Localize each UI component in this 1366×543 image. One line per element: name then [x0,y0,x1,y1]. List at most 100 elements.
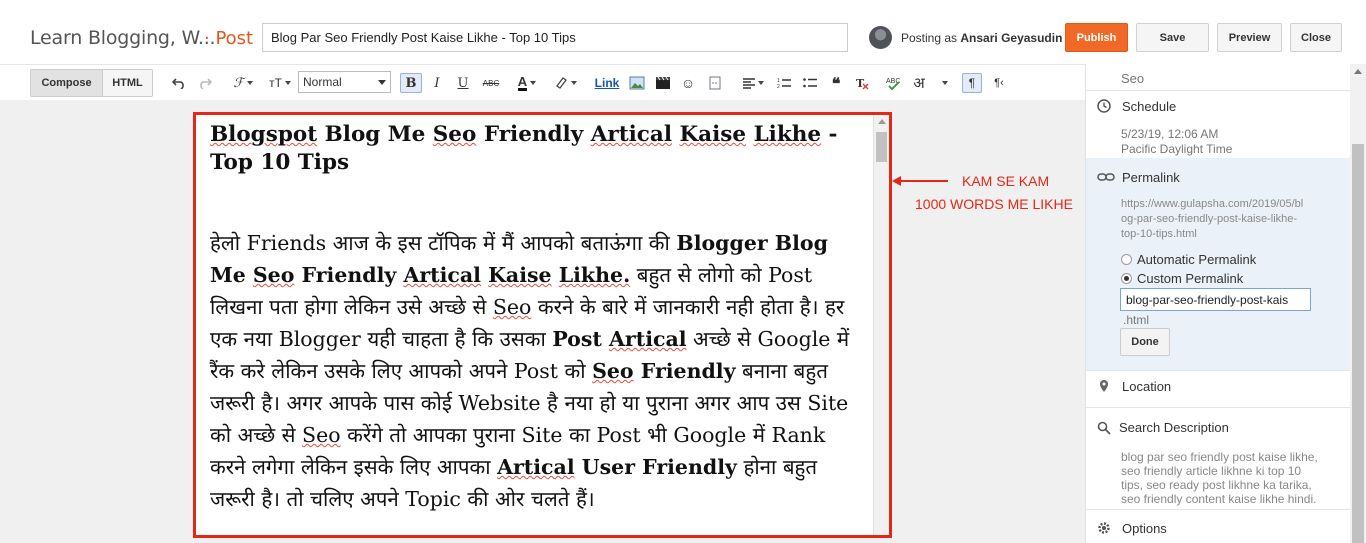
text-run: Artical [497,455,575,479]
link-button[interactable]: Link [592,73,622,93]
post-heading: Blogspot Blog Me Seo Friendly Artical Ka… [210,121,860,177]
tab-compose[interactable]: Compose [31,70,102,96]
divider [1086,90,1351,91]
link-label: Link [594,76,620,90]
underline-button[interactable]: U [454,73,472,93]
scroll-up-icon[interactable] [1354,69,1362,74]
posting-as: Posting as Ansari Geyasudin [901,31,1062,45]
format-select-value: Normal [303,75,342,89]
schedule-date: 5/23/19, 12:06 AM [1121,127,1219,141]
hindi-dropdown-icon[interactable] [936,73,950,93]
gear-icon [1098,522,1110,534]
italic-button[interactable]: I [428,73,446,93]
quote-icon[interactable]: ❝ [827,73,845,93]
video-icon[interactable] [654,73,672,93]
author-name: Ansari Geyasudin [960,31,1063,45]
strikethrough-button[interactable]: ABC [479,73,503,93]
mode-tabs: Compose HTML [30,69,153,97]
heading-word: Kaise [679,122,747,147]
heading-word: Blog Me [317,122,433,147]
link-icon [1097,173,1115,181]
post-title-input[interactable] [262,23,848,52]
hindi-input-icon[interactable]: अ [910,73,928,93]
labels-value: Seo [1121,71,1145,86]
custom-permalink-radio[interactable] [1121,273,1132,284]
rtl-icon[interactable]: ¶‹ [990,73,1008,93]
text-run: Artical [609,327,687,351]
location-heading[interactable]: Location [1122,379,1171,394]
ltr-icon[interactable]: ¶ [962,73,982,93]
post-breadcrumb: · Post [204,28,254,49]
permalink-heading[interactable]: Permalink [1122,170,1180,185]
schedule-heading[interactable]: Schedule [1122,99,1176,114]
heading-word: Blogspot [210,122,318,147]
text-run: Kaise [488,263,552,287]
heading-word [746,122,754,147]
location-pin-icon [1100,380,1108,392]
search-icon [1097,421,1111,435]
permalink-url: top-10-tips.html [1121,228,1197,240]
sidebar-scrollbar[interactable] [1350,64,1366,543]
options-heading[interactable]: Options [1122,521,1167,536]
clear-format-icon[interactable]: T [853,73,871,93]
svg-text:2: 2 [777,84,780,89]
save-button[interactable]: Save [1136,23,1209,52]
custom-permalink-input[interactable] [1120,288,1311,311]
bold-button[interactable]: B [400,73,422,93]
chevron-down-icon [378,80,386,85]
undo-icon[interactable] [170,73,188,93]
editor-scrollbar[interactable] [873,115,889,535]
text-run: Seo [302,423,341,447]
text-run: User Friendly [574,455,737,479]
text-run: हेलो Friends आज के इस टॉपिक में मैं आपको… [210,231,677,255]
text-run: Likhe. [558,263,631,287]
spellcheck-icon[interactable]: ABC [884,73,904,93]
jump-break-icon[interactable] [706,73,724,93]
heading-word: Friendly [476,122,591,147]
automatic-permalink-radio[interactable] [1121,254,1132,265]
heading-word: Likhe [753,122,822,147]
text-run: Artical [403,263,481,287]
scrollbar-thumb[interactable] [1352,144,1364,543]
preview-button[interactable]: Preview [1217,23,1282,52]
avatar [869,26,892,49]
permalink-url: https://www.gulapsha.com/2019/05/bl [1121,198,1304,210]
done-button[interactable]: Done [1120,328,1170,356]
image-icon[interactable] [627,73,647,93]
divider [1086,370,1351,371]
custom-permalink-label[interactable]: Custom Permalink [1137,271,1243,286]
automatic-permalink-label[interactable]: Automatic Permalink [1137,252,1256,267]
annotation-text: KAM SE KAM [962,173,1050,189]
tab-html[interactable]: HTML [102,70,152,96]
search-description-heading[interactable]: Search Description [1119,420,1229,435]
align-icon[interactable] [739,73,767,93]
annotation-text: 1000 WORDS ME LIKHE [915,196,1073,212]
scroll-up-icon[interactable] [878,119,886,124]
format-select[interactable]: Normal [298,71,391,93]
post-paragraph: हेलो Friends आज के इस टॉपिक में मैं आपको… [210,227,860,515]
editor-content[interactable]: Blogspot Blog Me Seo Friendly Artical Ka… [210,121,860,515]
bullet-list-icon[interactable] [801,73,819,93]
blog-title[interactable]: Learn Blogging, W... [30,27,216,49]
font-family-icon[interactable]: ℱ [228,73,258,93]
permalink-url: og-par-seo-friendly-post-kaise-likhe- [1121,213,1298,225]
emoji-icon[interactable]: ☺ [679,73,697,93]
clock-icon [1097,99,1111,113]
search-description-text: tips, seo ready post likhne ka tarika, [1121,478,1312,492]
text-run: Seo [252,263,295,287]
text-color-icon[interactable]: A [512,73,542,93]
heading-word: Artical [590,122,672,147]
publish-button[interactable]: Publish [1065,23,1128,52]
close-button[interactable]: Close [1290,23,1342,52]
divider [1086,407,1351,408]
redo-icon[interactable] [196,73,214,93]
post-editor-body[interactable]: Blogspot Blog Me Seo Friendly Artical Ka… [193,112,892,538]
text-run: Friendly [294,263,404,287]
numbered-list-icon[interactable]: 12 [775,73,793,93]
text-run: Post [552,327,602,351]
scrollbar-thumb[interactable] [876,132,887,162]
posting-as-prefix: Posting as [901,31,958,45]
highlight-icon[interactable] [550,73,580,93]
font-size-icon[interactable]: ᴛT [265,73,295,93]
search-description-text: seo friendly article likhne ki top 10 [1121,464,1302,478]
